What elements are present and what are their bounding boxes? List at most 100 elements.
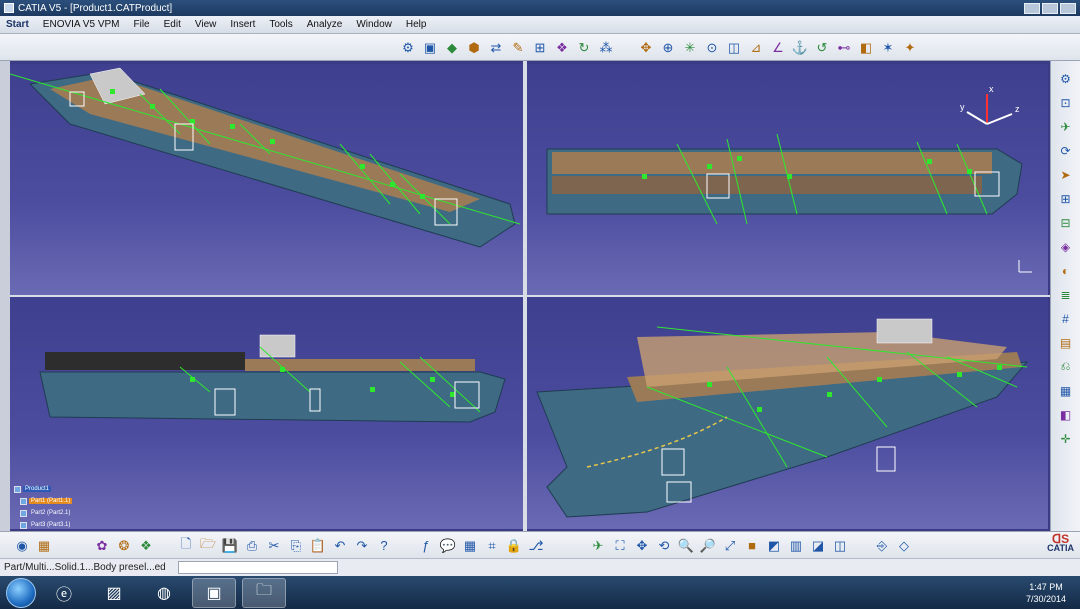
start-button[interactable] — [6, 577, 36, 608]
rotate-view-icon[interactable]: ⟲ — [654, 536, 674, 556]
catalog-icon[interactable]: ⚙ — [398, 38, 418, 58]
catalog-browser-icon[interactable]: ❖ — [136, 536, 156, 556]
graph-tree-icon[interactable]: ⊞ — [530, 38, 550, 58]
power-input-field[interactable] — [177, 561, 338, 574]
pan-icon[interactable]: ✥ — [632, 536, 652, 556]
generate-numbering-icon[interactable]: # — [1056, 309, 1076, 328]
chrome-taskbar-icon[interactable]: ◍ — [142, 578, 186, 608]
app-taskbar-icon[interactable]: ▨ — [92, 578, 136, 608]
select-arrow-icon[interactable]: ➤ — [1056, 165, 1076, 184]
menu-window[interactable]: Window — [356, 19, 392, 30]
publication-icon[interactable]: ◈ — [1056, 237, 1076, 256]
replace-component-icon[interactable]: ⇄ — [486, 38, 506, 58]
table-icon[interactable]: ▦ — [460, 536, 480, 556]
ie-taskbar-icon[interactable]: ⓔ — [42, 578, 86, 608]
redo-icon[interactable]: ↷ — [352, 536, 372, 556]
fix-component-icon[interactable]: ⚓ — [790, 38, 810, 58]
view-selector-icon[interactable]: ◧ — [1056, 405, 1076, 424]
cut-icon[interactable]: ✂ — [264, 536, 284, 556]
rotate-icon[interactable]: ⟳ — [1056, 141, 1076, 160]
undo-icon[interactable]: ↶ — [330, 536, 350, 556]
light-bulb-icon[interactable]: ✦ — [900, 38, 920, 58]
paste-icon[interactable]: 📋 — [308, 536, 328, 556]
scene-icon[interactable]: ◐ — [1056, 261, 1076, 280]
contact-constraint-icon[interactable]: ◫ — [724, 38, 744, 58]
system-clock[interactable]: 1:47 PM 7/30/2014 — [1026, 581, 1066, 605]
bill-of-material-icon[interactable]: ≣ — [1056, 285, 1076, 304]
swap-visible-space-icon[interactable]: ◫ — [830, 536, 850, 556]
apply-material-icon[interactable]: ✿ — [92, 536, 112, 556]
fly-icon[interactable]: ✈ — [588, 536, 608, 556]
menu-enovia[interactable]: ENOVIA V5 VPM — [43, 19, 120, 30]
menu-tools[interactable]: Tools — [269, 19, 292, 30]
tree-node-part1[interactable]: Part1 (Part1.1) — [14, 495, 94, 507]
fly-mode-icon[interactable]: ✈ — [1056, 117, 1076, 136]
fit-all-icon[interactable]: ⛶ — [610, 536, 630, 556]
hierarchy-icon[interactable]: ⌗ — [482, 536, 502, 556]
catia-taskbar-icon[interactable]: ▣ — [192, 577, 236, 608]
shading-icon[interactable]: ■ — [742, 536, 762, 556]
minimize-button[interactable] — [1024, 2, 1040, 14]
menu-help[interactable]: Help — [406, 19, 427, 30]
viewport-top[interactable]: x y z — [527, 64, 1048, 295]
render-icon[interactable]: ❂ — [114, 536, 134, 556]
sub-assembly-icon[interactable]: ▦ — [1056, 381, 1076, 400]
formula-icon[interactable]: ƒ — [416, 536, 436, 556]
update-icon[interactable]: ↺ — [812, 38, 832, 58]
knowledge-icon[interactable]: ⎇ — [526, 536, 546, 556]
new-product-icon[interactable]: ⬢ — [464, 38, 484, 58]
refresh-icon[interactable]: ↻ — [574, 38, 594, 58]
zoom-in-icon[interactable]: 🔍 — [676, 536, 696, 556]
menu-file[interactable]: File — [134, 19, 150, 30]
offset-constraint-icon[interactable]: ⊿ — [746, 38, 766, 58]
pencil-icon[interactable]: ✎ — [508, 38, 528, 58]
grid-icon[interactable]: ▦ — [34, 536, 54, 556]
new-file-icon[interactable]: 🗋 — [176, 536, 196, 556]
menu-start[interactable]: Start — [6, 19, 29, 30]
multi-view-icon[interactable]: ▥ — [786, 536, 806, 556]
menu-edit[interactable]: Edit — [164, 19, 181, 30]
new-component-icon[interactable]: ◆ — [442, 38, 462, 58]
gear-icon[interactable]: ⚙ — [1056, 69, 1076, 88]
close-button[interactable] — [1060, 2, 1076, 14]
tree-node-part3[interactable]: Part3 (Part3.1) — [14, 519, 94, 529]
explode-icon[interactable]: ✳ — [680, 38, 700, 58]
zoom-area-icon[interactable]: ⊡ — [1056, 93, 1076, 112]
normal-view-icon[interactable]: ⤢ — [720, 536, 740, 556]
save-icon[interactable]: 💾 — [220, 536, 240, 556]
layer-icon[interactable]: ◇ — [894, 536, 914, 556]
lock-icon[interactable]: 🔒 — [504, 536, 524, 556]
compass-icon[interactable]: ✛ — [1056, 429, 1076, 448]
help-icon[interactable]: ? — [374, 536, 394, 556]
manipulation-icon[interactable]: ✥ — [636, 38, 656, 58]
hide-show-icon[interactable]: ◪ — [808, 536, 828, 556]
viewport-splitter-horizontal[interactable] — [10, 295, 1050, 297]
clash-icon[interactable]: ✶ — [878, 38, 898, 58]
camera-icon[interactable]: ◉ — [12, 536, 32, 556]
quick-view-icon[interactable]: ◩ — [764, 536, 784, 556]
snap-icon[interactable]: ⊕ — [658, 38, 678, 58]
measure-icon[interactable]: ⊷ — [834, 38, 854, 58]
viewport-perspective[interactable] — [527, 297, 1048, 529]
menu-insert[interactable]: Insert — [230, 19, 255, 30]
reorder-icon[interactable]: ⁂ — [596, 38, 616, 58]
properties-icon[interactable]: ⎆ — [872, 536, 892, 556]
multi-instantiation-icon[interactable]: ❖ — [552, 38, 572, 58]
open-folder-icon[interactable]: 🗁 — [198, 536, 218, 556]
comment-icon[interactable]: 💬 — [438, 536, 458, 556]
existing-component-icon[interactable]: ▣ — [420, 38, 440, 58]
flexible-component-icon[interactable]: ⎌ — [1056, 357, 1076, 376]
tree-node-part2[interactable]: Part2 (Part2.1) — [14, 507, 94, 519]
sectioning-icon[interactable]: ◧ — [856, 38, 876, 58]
coincidence-constraint-icon[interactable]: ⊙ — [702, 38, 722, 58]
menu-view[interactable]: View — [195, 19, 217, 30]
zoom-out-icon[interactable]: 🔎 — [698, 536, 718, 556]
save-management-icon[interactable]: ▤ — [1056, 333, 1076, 352]
explorer-taskbar-icon[interactable]: 🗀 — [242, 577, 286, 608]
tree-node-root[interactable]: Product1 — [14, 483, 94, 495]
product-structure-icon[interactable]: ⊟ — [1056, 213, 1076, 232]
angle-constraint-icon[interactable]: ∠ — [768, 38, 788, 58]
maximize-button[interactable] — [1042, 2, 1058, 14]
tree-expand-icon[interactable]: ⊞ — [1056, 189, 1076, 208]
viewport-isometric[interactable] — [10, 64, 523, 295]
